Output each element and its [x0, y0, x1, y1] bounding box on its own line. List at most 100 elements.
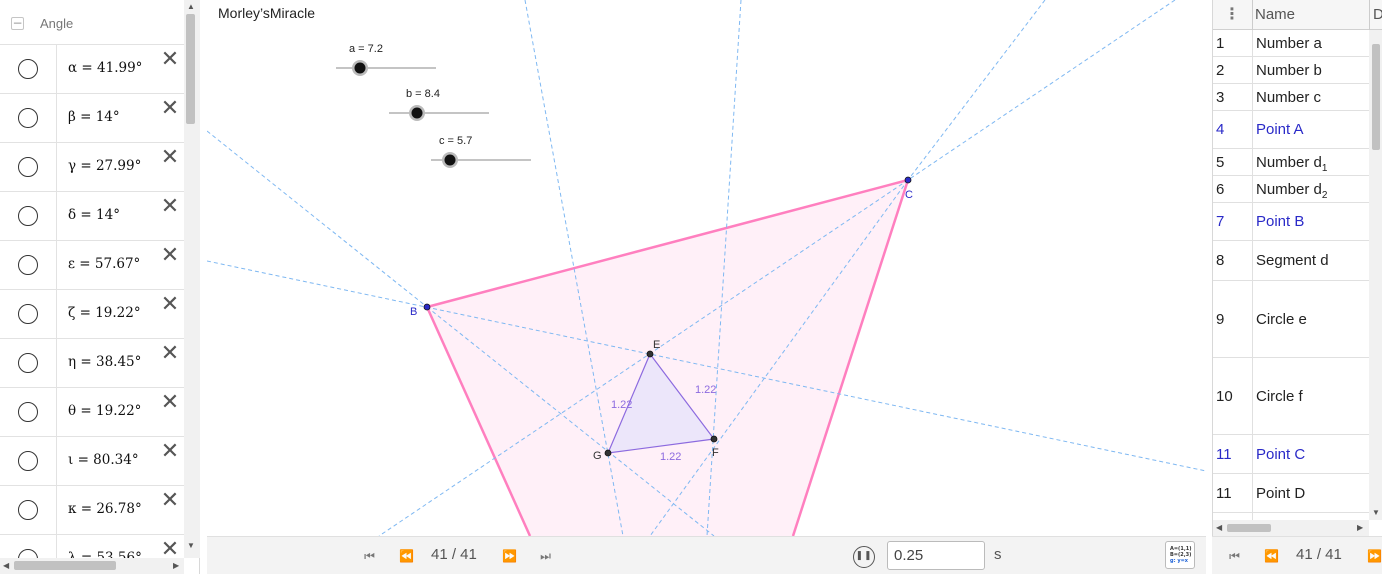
delete-icon[interactable]: ✕: [160, 392, 180, 414]
geometry-canvas[interactable]: 1.22 1.22 1.22 B C E F G a = 7.2 b = 8.4: [207, 0, 1206, 536]
scroll-down-arrow-icon[interactable]: ▼: [187, 541, 195, 550]
algebra-item[interactable]: η = 38.45° ✕: [0, 339, 184, 388]
algebra-item[interactable]: ε = 57.67° ✕: [0, 241, 184, 290]
algebra-expression[interactable]: η = 38.45°: [68, 354, 141, 370]
delete-icon[interactable]: ✕: [160, 49, 180, 71]
point-g[interactable]: [604, 449, 612, 457]
protocol-row[interactable]: 5 Number d1: [1213, 149, 1369, 176]
protocol-row[interactable]: 4 Point A: [1213, 111, 1369, 149]
graphics-view[interactable]: 1.22 1.22 1.22 B C E F G a = 7.2 b = 8.4: [207, 0, 1206, 536]
protocol-row[interactable]: 7 Point B: [1213, 203, 1369, 241]
protocol-row[interactable]: 3 Number c: [1213, 84, 1369, 111]
protocol-horizontal-scrollbar[interactable]: ◀ ▶: [1213, 520, 1369, 536]
algebra-expression[interactable]: ε = 57.67°: [68, 256, 140, 272]
visibility-toggle[interactable]: [18, 451, 38, 471]
first-step-icon[interactable]: ⏮: [1222, 548, 1244, 564]
algebra-expression[interactable]: ζ = 19.22°: [68, 305, 141, 321]
visibility-toggle[interactable]: [18, 549, 38, 558]
visibility-toggle[interactable]: [18, 255, 38, 275]
trisector-line[interactable]: [907, 0, 1176, 181]
visibility-toggle[interactable]: [18, 206, 38, 226]
protocol-row[interactable]: 6 Number d2: [1213, 176, 1369, 203]
column-divider[interactable]: [1252, 0, 1253, 30]
algebra-expression[interactable]: λ = 53.56°: [68, 550, 142, 558]
delete-icon[interactable]: ✕: [160, 539, 180, 559]
protocol-row[interactable]: 2 Number b: [1213, 57, 1369, 84]
algebra-item[interactable]: ζ = 19.22° ✕: [0, 290, 184, 339]
algebra-item[interactable]: λ = 53.56° ✕: [0, 535, 184, 558]
delete-icon[interactable]: ✕: [160, 343, 180, 365]
algebra-item[interactable]: α = 41.99° ✕: [0, 45, 184, 94]
scroll-down-arrow-icon[interactable]: ▼: [1372, 508, 1380, 517]
trisector-line[interactable]: [907, 0, 1046, 181]
column-header-definition[interactable]: D: [1373, 6, 1382, 23]
algebra-group-header[interactable]: − Angle: [0, 0, 184, 45]
algebra-item[interactable]: ι = 80.34° ✕: [0, 437, 184, 486]
scroll-right-arrow-icon[interactable]: ▶: [1357, 523, 1363, 532]
more-vertical-icon[interactable]: ⋮: [1224, 5, 1240, 23]
playback-speed-input[interactable]: [887, 541, 985, 570]
algebra-expression[interactable]: ι = 80.34°: [68, 452, 139, 468]
protocol-row[interactable]: 11 Point D: [1213, 474, 1369, 513]
algebra-expression[interactable]: θ = 19.22°: [68, 403, 141, 419]
slider-handle-core[interactable]: [411, 107, 423, 119]
trisector-line[interactable]: [207, 130, 428, 308]
delete-icon[interactable]: ✕: [160, 98, 180, 120]
algebra-expression[interactable]: δ = 14°: [68, 207, 120, 223]
previous-step-icon[interactable]: ⏪: [394, 548, 416, 564]
protocol-row[interactable]: 9 Circle e: [1213, 281, 1369, 358]
scroll-right-arrow-icon[interactable]: ▶: [173, 561, 179, 570]
visibility-toggle[interactable]: [18, 157, 38, 177]
visibility-toggle[interactable]: [18, 304, 38, 324]
slider-handle-core[interactable]: [354, 62, 366, 74]
protocol-row[interactable]: 8 Segment d: [1213, 241, 1369, 281]
scroll-left-arrow-icon[interactable]: ◀: [1216, 523, 1222, 532]
visibility-toggle[interactable]: [18, 500, 38, 520]
point-f[interactable]: [710, 435, 718, 443]
point-e[interactable]: [646, 350, 654, 358]
algebra-expression[interactable]: γ = 27.99°: [68, 158, 141, 174]
collapse-icon[interactable]: −: [11, 17, 24, 30]
slider-handle-core[interactable]: [444, 154, 456, 166]
pause-button[interactable]: ❚❚: [853, 546, 875, 568]
algebra-expression[interactable]: κ = 26.78°: [68, 501, 142, 517]
algebra-item[interactable]: β = 14° ✕: [0, 94, 184, 143]
slider-c[interactable]: c = 5.7: [431, 135, 531, 168]
algebra-vertical-scrollbar[interactable]: ▲ ▼: [184, 0, 200, 558]
column-header-name[interactable]: Name: [1255, 6, 1295, 23]
delete-icon[interactable]: ✕: [160, 245, 180, 267]
last-step-icon[interactable]: ⏭: [533, 548, 555, 564]
delete-icon[interactable]: ✕: [160, 441, 180, 463]
visibility-toggle[interactable]: [18, 402, 38, 422]
algebra-item[interactable]: κ = 26.78° ✕: [0, 486, 184, 535]
column-divider[interactable]: [1369, 0, 1370, 30]
delete-icon[interactable]: ✕: [160, 294, 180, 316]
slider-a[interactable]: a = 7.2: [336, 43, 436, 76]
next-step-icon[interactable]: ⏩: [1362, 548, 1382, 564]
scrollbar-thumb[interactable]: [186, 14, 195, 124]
protocol-row[interactable]: 11 Point C: [1213, 435, 1369, 474]
visibility-toggle[interactable]: [18, 59, 38, 79]
protocol-row[interactable]: 1 Number a: [1213, 30, 1369, 57]
delete-icon[interactable]: ✕: [160, 196, 180, 218]
protocol-vertical-scrollbar[interactable]: ▼: [1369, 30, 1382, 520]
scrollbar-thumb[interactable]: [1227, 524, 1271, 532]
algebra-item[interactable]: γ = 27.99° ✕: [0, 143, 184, 192]
slider-b[interactable]: b = 8.4: [389, 88, 489, 121]
protocol-row[interactable]: 10 Circle f: [1213, 358, 1369, 435]
next-step-icon[interactable]: ⏩: [497, 548, 519, 564]
point-c[interactable]: [904, 176, 912, 184]
algebra-item[interactable]: θ = 19.22° ✕: [0, 388, 184, 437]
scrollbar-thumb[interactable]: [1372, 44, 1380, 150]
point-b[interactable]: [423, 303, 431, 311]
first-step-icon[interactable]: ⏮: [357, 548, 379, 564]
algebra-item[interactable]: δ = 14° ✕: [0, 192, 184, 241]
toggle-algebra-icon[interactable]: A=(1,1) B=(2,3) g: y=x: [1165, 541, 1195, 569]
algebra-expression[interactable]: α = 41.99°: [68, 60, 142, 76]
algebra-expression[interactable]: β = 14°: [68, 109, 120, 125]
visibility-toggle[interactable]: [18, 108, 38, 128]
previous-step-icon[interactable]: ⏪: [1259, 548, 1281, 564]
scroll-left-arrow-icon[interactable]: ◀: [3, 561, 9, 570]
delete-icon[interactable]: ✕: [160, 490, 180, 512]
scroll-up-arrow-icon[interactable]: ▲: [187, 2, 195, 11]
